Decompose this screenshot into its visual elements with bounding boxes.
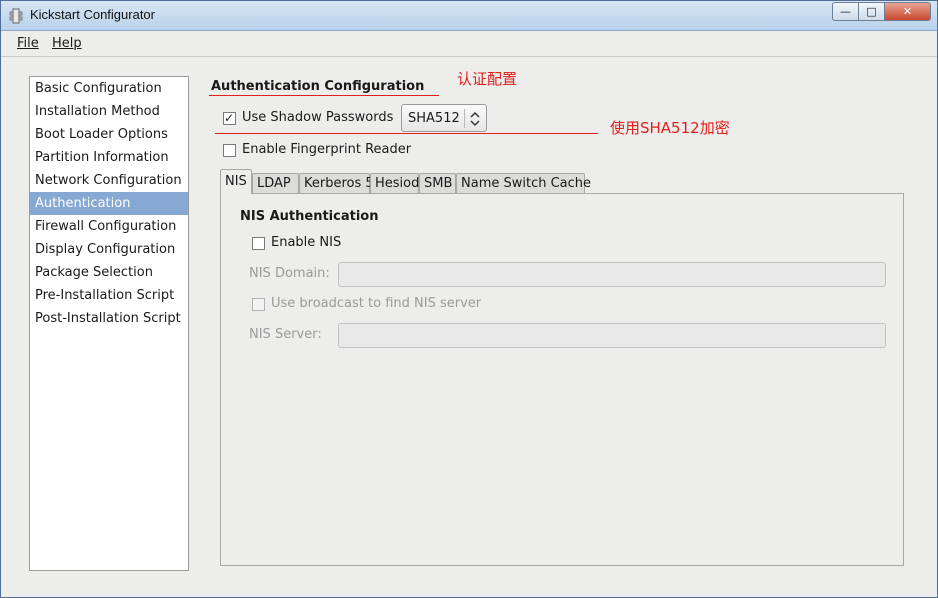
sidebar-item-network-configuration[interactable]: Network Configuration (30, 169, 188, 192)
sidebar-item-authentication[interactable]: Authentication (30, 192, 188, 215)
sidebar-item-package-selection[interactable]: Package Selection (30, 261, 188, 284)
nis-server-label: NIS Server: (249, 327, 322, 342)
updown-arrows-icon (470, 111, 480, 127)
sidebar-item-basic-configuration[interactable]: Basic Configuration (30, 77, 188, 100)
enable-nis-checkbox[interactable] (252, 237, 265, 250)
annotation-underline-auth (209, 95, 439, 96)
minimize-icon: — (840, 5, 851, 18)
password-hash-value: SHA512 (408, 111, 460, 126)
broadcast-label: Use broadcast to find NIS server (271, 296, 482, 311)
checkmark-icon: ✓ (224, 111, 235, 125)
broadcast-checkbox[interactable] (252, 298, 265, 311)
close-button[interactable]: ✕ (885, 2, 931, 21)
sidebar-item-post-installation-script[interactable]: Post-Installation Script (30, 307, 188, 330)
tab-ldap[interactable]: LDAP (252, 173, 299, 194)
annotation-sha-note: 使用SHA512加密 (610, 119, 730, 137)
combo-separator (464, 109, 465, 128)
annotation-underline-sha (215, 133, 598, 134)
nis-domain-label: NIS Domain: (249, 266, 330, 281)
annotation-auth-note: 认证配置 (457, 70, 518, 88)
menu-bar: File Help (1, 32, 937, 57)
tab-nis[interactable]: NIS (220, 169, 252, 194)
tab-kerberos[interactable]: Kerberos 5 (299, 173, 374, 194)
app-icon (9, 8, 23, 24)
sidebar-item-firewall-configuration[interactable]: Firewall Configuration (30, 215, 188, 238)
maximize-button[interactable]: □ (859, 2, 885, 21)
sidebar-item-pre-installation-script[interactable]: Pre-Installation Script (30, 284, 188, 307)
menu-file-label: File (17, 36, 39, 51)
nis-heading: NIS Authentication (240, 209, 379, 224)
tab-smb[interactable]: SMB (419, 173, 456, 194)
shadow-passwords-label: Use Shadow Passwords (242, 110, 394, 125)
menu-help[interactable]: Help (52, 36, 82, 51)
fingerprint-checkbox[interactable] (223, 144, 236, 157)
tab-name-switch-cache[interactable]: Name Switch Cache (456, 173, 591, 194)
title-bar[interactable]: Kickstart Configurator — □ ✕ (1, 1, 937, 31)
menu-help-label: Help (52, 36, 82, 51)
maximize-icon: □ (866, 5, 877, 18)
sidebar-item-display-configuration[interactable]: Display Configuration (30, 238, 188, 261)
nis-server-input[interactable] (338, 323, 886, 348)
window-controls: — □ ✕ (832, 2, 931, 22)
nis-domain-input[interactable] (338, 262, 886, 287)
fingerprint-label: Enable Fingerprint Reader (242, 142, 412, 157)
section-list: Basic Configuration Installation Method … (29, 76, 189, 571)
shadow-passwords-checkbox[interactable]: ✓ (223, 111, 236, 125)
window-title: Kickstart Configurator (30, 7, 155, 22)
minimize-button[interactable]: — (832, 2, 859, 21)
section-title: Authentication Configuration (211, 79, 425, 94)
password-hash-combo[interactable]: SHA512 (401, 104, 487, 132)
close-icon: ✕ (902, 5, 913, 18)
sidebar-item-partition-information[interactable]: Partition Information (30, 146, 188, 169)
menu-file[interactable]: File (17, 36, 39, 51)
tab-hesiod[interactable]: Hesiod (370, 173, 419, 194)
sidebar-item-boot-loader-options[interactable]: Boot Loader Options (30, 123, 188, 146)
enable-nis-label: Enable NIS (271, 235, 342, 250)
app-window: Kickstart Configurator — □ ✕ File Help B… (0, 0, 938, 598)
sidebar-item-installation-method[interactable]: Installation Method (30, 100, 188, 123)
